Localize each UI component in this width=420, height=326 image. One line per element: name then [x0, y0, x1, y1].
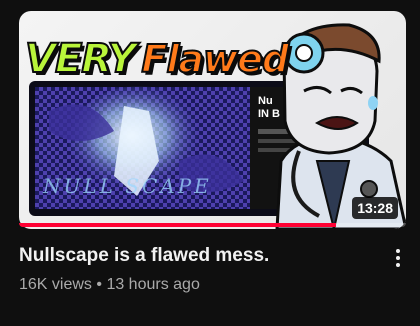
view-count: 16K views	[19, 276, 92, 293]
menu-dot	[396, 249, 400, 253]
menu-dot	[396, 256, 400, 260]
video-title[interactable]: Nullscape is a flawed mess.	[19, 245, 269, 267]
watch-progress-fill	[19, 223, 337, 227]
duration-badge: 13:28	[352, 197, 398, 219]
thumbnail-inner-sidebar-title: Nu IN B	[258, 95, 280, 120]
upload-age: 13 hours ago	[106, 276, 200, 293]
headline-word-very: VERY	[24, 35, 137, 83]
meta-separator: •	[96, 276, 102, 293]
thumbnail-headline: VERY Flawed	[24, 29, 290, 89]
thumbnail-inner-text: NULL SCAPE	[43, 174, 212, 198]
video-metadata: 16K views • 13 hours ago	[19, 276, 200, 294]
more-actions-icon[interactable]	[388, 244, 408, 272]
video-card[interactable]: VERY Flawed NULL SCAPE Nu IN B 13:28 Nul…	[0, 0, 420, 326]
watch-progress-bar	[19, 223, 406, 227]
menu-dot	[396, 263, 400, 267]
video-thumbnail[interactable]: VERY Flawed NULL SCAPE Nu IN B 13:28	[19, 11, 406, 229]
headline-word-flawed: Flawed	[140, 36, 290, 82]
